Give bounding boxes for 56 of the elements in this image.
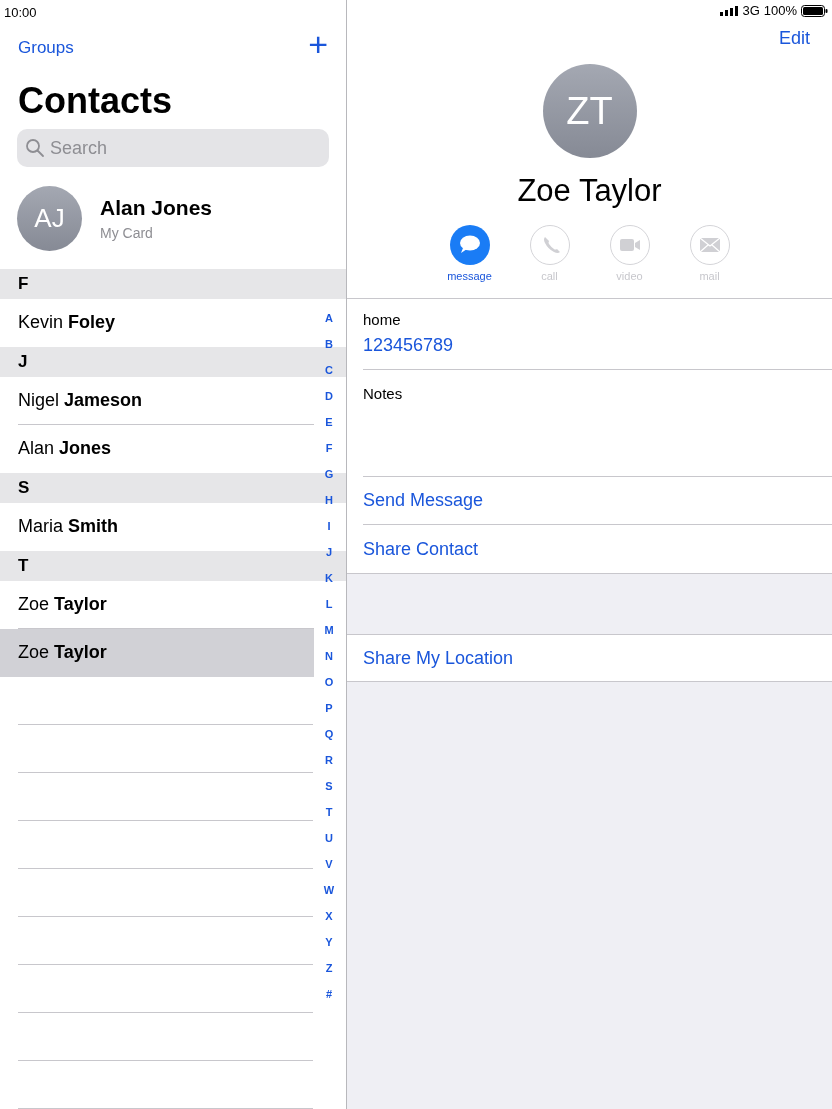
my-card-name: Alan Jones <box>100 194 213 221</box>
video-icon <box>609 224 650 265</box>
phone-number[interactable]: 123456789 <box>363 331 832 359</box>
groups-link[interactable]: Groups <box>18 34 74 61</box>
index-letter[interactable]: Z <box>325 955 333 981</box>
message-action[interactable]: message <box>444 224 495 284</box>
index-letter[interactable]: R <box>325 747 333 773</box>
index-letter[interactable]: T <box>325 799 333 825</box>
mail-icon <box>689 224 730 265</box>
share-location-link[interactable]: Share My Location <box>363 644 514 672</box>
battery-percent: 100% <box>763 2 797 21</box>
index-letter[interactable]: G <box>324 461 334 487</box>
index-letter[interactable]: X <box>325 903 333 929</box>
index-letter[interactable]: Y <box>325 929 333 955</box>
index-letter[interactable]: # <box>325 981 333 1007</box>
avatar: AJ <box>17 185 82 251</box>
call-icon <box>529 224 570 265</box>
index-letter[interactable]: F <box>325 435 333 461</box>
index-letter[interactable]: E <box>325 409 333 435</box>
index-letter[interactable]: S <box>325 773 333 799</box>
index-letter[interactable]: D <box>325 383 333 409</box>
index-letter[interactable]: N <box>325 643 333 669</box>
status-time: 10:00 <box>4 5 37 20</box>
index-letter[interactable]: A <box>325 305 333 331</box>
index-letter[interactable]: K <box>325 565 333 591</box>
network-label: 3G <box>742 2 760 21</box>
index-letter[interactable]: L <box>325 591 333 617</box>
contact-name: Zoe Taylor <box>517 172 662 210</box>
page-title: Contacts <box>18 79 173 124</box>
notes-label: Notes <box>363 385 403 402</box>
index-letter[interactable]: W <box>323 877 335 903</box>
phone-label: home <box>363 310 402 331</box>
index-letter[interactable]: U <box>325 825 333 851</box>
index-letter[interactable]: O <box>324 669 334 695</box>
message-icon <box>449 224 490 265</box>
search-icon <box>25 138 45 159</box>
index-letter[interactable]: J <box>325 539 333 565</box>
add-button[interactable]: + <box>308 27 328 62</box>
signal-icon <box>720 6 739 16</box>
avatar: ZT <box>542 64 637 158</box>
index-letter[interactable]: H <box>325 487 333 513</box>
index-letter[interactable]: Q <box>324 721 334 747</box>
index-letter[interactable]: P <box>325 695 333 721</box>
index-letter[interactable]: I <box>327 513 331 539</box>
action-link[interactable]: Send Message <box>363 487 484 514</box>
my-card-subtitle: My Card <box>100 224 154 244</box>
battery-icon <box>801 5 828 17</box>
index-letter[interactable]: C <box>325 357 333 383</box>
index-letter[interactable]: M <box>324 617 334 643</box>
action-link[interactable]: Share Contact <box>363 535 479 563</box>
contact-row[interactable]: Zoe Taylor <box>0 629 314 677</box>
section-header: F <box>0 269 346 299</box>
edit-button[interactable]: Edit <box>778 24 810 52</box>
index-letter[interactable]: B <box>325 331 333 357</box>
search-field[interactable]: Search <box>17 129 329 168</box>
index-letter[interactable]: V <box>325 851 333 877</box>
